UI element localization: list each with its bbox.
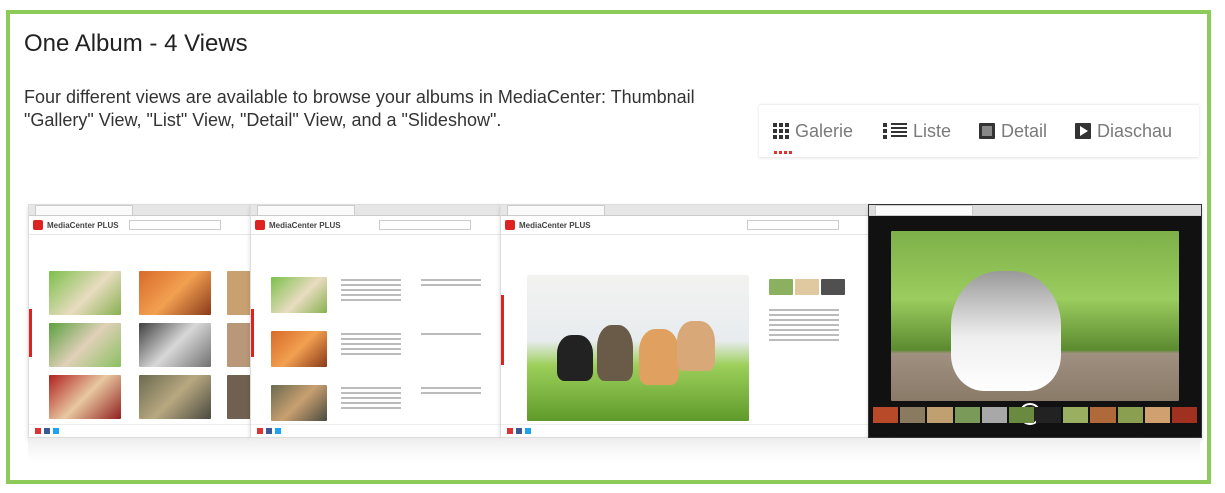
photo-thumbnail bbox=[271, 385, 327, 421]
app-header: MediaCenter PLUS bbox=[501, 216, 869, 235]
photo-thumbnail bbox=[49, 375, 121, 419]
app-footer bbox=[29, 424, 251, 437]
view-galerie-label: Galerie bbox=[795, 120, 854, 141]
view-galerie-button[interactable]: Galerie bbox=[773, 119, 853, 143]
slideshow-photo bbox=[891, 231, 1179, 401]
browser-tab-bar bbox=[251, 205, 501, 216]
photo-thumbnail bbox=[49, 323, 121, 367]
app-logo-icon bbox=[33, 220, 43, 230]
list-row-text bbox=[421, 279, 481, 289]
app-name: MediaCenter PLUS bbox=[519, 220, 591, 230]
list-icon bbox=[883, 123, 907, 139]
view-diaschau-label: Diaschau bbox=[1097, 120, 1173, 141]
photo-thumbnail bbox=[139, 323, 211, 367]
browser-tab-bar bbox=[869, 205, 1201, 216]
grid-icon bbox=[773, 123, 789, 139]
app-logo-icon bbox=[255, 220, 265, 230]
filmstrip-thumbnail bbox=[795, 279, 819, 295]
list-row-text bbox=[341, 333, 401, 358]
browser-tab-bar bbox=[29, 205, 251, 216]
view-liste-label: Liste bbox=[913, 120, 952, 141]
search-input bbox=[747, 220, 839, 230]
photo-thumbnail bbox=[271, 331, 327, 367]
screenshot-slideshow-view bbox=[868, 204, 1202, 438]
screenshot-detail-view: MediaCenter PLUS bbox=[500, 204, 870, 438]
views-screenshot-strip: MediaCenter PLUS MediaCenter PLUS MediaC… bbox=[28, 204, 1202, 462]
active-view-indicator bbox=[774, 151, 794, 154]
strip-reflection bbox=[28, 438, 1200, 462]
app-footer bbox=[251, 424, 501, 437]
detail-icon bbox=[979, 123, 995, 139]
panel-title: One Album - 4 Views bbox=[24, 30, 248, 57]
list-row-text bbox=[421, 387, 481, 397]
list-row-text bbox=[341, 387, 401, 412]
search-input bbox=[129, 220, 221, 230]
list-row-text bbox=[341, 279, 401, 304]
search-input bbox=[379, 220, 471, 230]
slideshow-icon bbox=[1075, 123, 1091, 139]
photo-thumbnail bbox=[227, 271, 251, 315]
app-name: MediaCenter PLUS bbox=[269, 220, 341, 230]
panel-description: Four different views are available to br… bbox=[24, 87, 695, 130]
app-logo-icon bbox=[505, 220, 515, 230]
side-accent bbox=[251, 309, 254, 357]
screenshot-gallery-view: MediaCenter PLUS bbox=[28, 204, 252, 438]
view-diaschau-button[interactable]: Diaschau bbox=[1075, 119, 1172, 143]
photo-thumbnail bbox=[49, 271, 121, 315]
slideshow-filmstrip bbox=[873, 407, 1198, 423]
photo-thumbnail bbox=[227, 323, 251, 367]
view-liste-button[interactable]: Liste bbox=[883, 119, 951, 143]
photo-thumbnail bbox=[139, 271, 211, 315]
side-accent bbox=[501, 295, 504, 365]
photo-thumbnail bbox=[271, 277, 327, 313]
photo-thumbnail bbox=[139, 375, 211, 419]
view-detail-label: Detail bbox=[1001, 120, 1048, 141]
screenshot-list-view: MediaCenter PLUS bbox=[250, 204, 502, 438]
side-accent bbox=[29, 309, 32, 357]
app-footer bbox=[501, 424, 869, 437]
photo-thumbnail bbox=[227, 375, 251, 419]
list-row-text bbox=[421, 333, 481, 338]
detail-photo bbox=[527, 275, 749, 421]
app-name: MediaCenter PLUS bbox=[47, 220, 119, 230]
detail-info-text bbox=[769, 309, 839, 344]
view-switcher: Galerie Liste Detail Diaschau bbox=[759, 104, 1199, 157]
filmstrip-thumbnail bbox=[821, 279, 845, 295]
app-header: MediaCenter PLUS bbox=[251, 216, 501, 235]
app-header: MediaCenter PLUS bbox=[29, 216, 251, 235]
filmstrip-thumbnail bbox=[769, 279, 793, 295]
view-detail-button[interactable]: Detail bbox=[979, 119, 1047, 143]
browser-tab-bar bbox=[501, 205, 869, 216]
